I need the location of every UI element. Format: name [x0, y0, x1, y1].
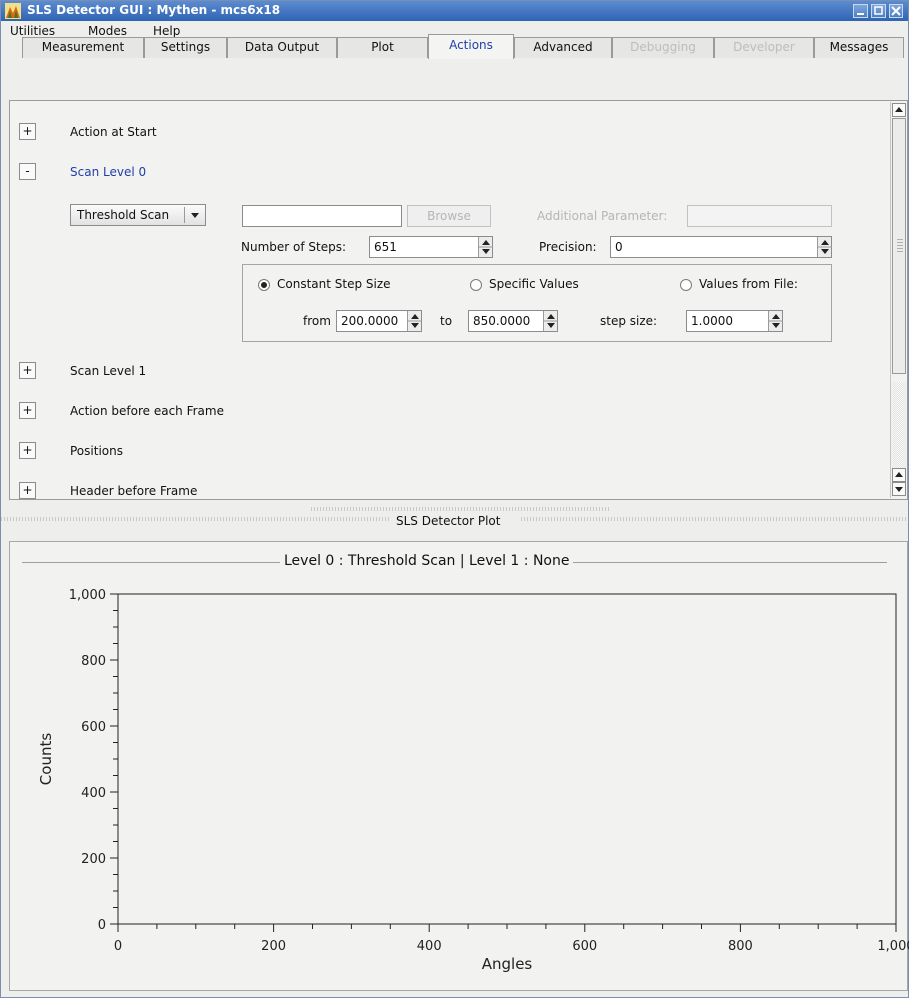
expand-action-before-frame-button[interactable]: +	[19, 402, 36, 419]
tab-developer: Developer	[714, 37, 814, 58]
number-of-steps-value: 651	[374, 240, 397, 254]
plot-frame	[9, 541, 908, 991]
from-value: 200.0000	[341, 314, 399, 328]
section-header-before-frame: Header before Frame	[70, 484, 198, 498]
constant-step-size-label: Constant Step Size	[277, 277, 391, 291]
menu-help[interactable]: Help	[153, 24, 180, 38]
tab-messages[interactable]: Messages	[814, 37, 904, 58]
expand-positions-button[interactable]: +	[19, 442, 36, 459]
precision-value: 0	[615, 240, 623, 254]
sls-logo-icon	[5, 3, 21, 19]
scan-mode-combo[interactable]: Threshold Scan	[70, 204, 206, 226]
minimize-icon	[857, 13, 864, 15]
spin-arrows-icon[interactable]	[407, 311, 422, 331]
minimize-button[interactable]	[853, 4, 868, 18]
section-scan-level-0: Scan Level 0	[70, 165, 147, 179]
arrow-up-icon	[895, 107, 903, 112]
actions-scrollbar[interactable]	[890, 102, 907, 498]
to-spinbox[interactable]: 850.0000	[468, 310, 558, 332]
specific-values-label: Specific Values	[489, 277, 579, 291]
close-button[interactable]	[889, 4, 903, 18]
tab-actions[interactable]: Actions	[428, 34, 514, 59]
scroll-up-button[interactable]	[892, 103, 906, 117]
step-size-value: 1.0000	[691, 314, 733, 328]
close-icon	[891, 6, 901, 16]
window-title: SLS Detector GUI : Mythen - mcs6x18	[27, 3, 281, 17]
scan-mode-value: Threshold Scan	[77, 208, 170, 222]
plot-splitter[interactable]: SLS Detector Plot	[1, 506, 908, 536]
values-from-file-radio[interactable]	[680, 279, 692, 291]
maximize-icon	[874, 6, 883, 15]
plot-dock-title: SLS Detector Plot	[396, 514, 501, 528]
tab-measurement[interactable]: Measurement	[22, 37, 144, 58]
step-size-label: step size:	[600, 314, 658, 328]
scroll-down-button[interactable]	[892, 482, 906, 496]
tab-plot[interactable]: Plot	[337, 37, 428, 58]
browse-button: Browse	[407, 205, 491, 227]
additional-parameter-input	[687, 205, 832, 227]
expand-action-at-start-button[interactable]: +	[19, 123, 36, 140]
maximize-button[interactable]	[871, 4, 886, 18]
script-file-input[interactable]	[242, 205, 402, 227]
scroll-thumb[interactable]	[892, 118, 906, 374]
collapse-scan-level-0-button[interactable]: -	[19, 163, 36, 180]
expand-header-before-frame-button[interactable]: +	[19, 482, 36, 499]
step-values-group: Constant Step Size Specific Values Value…	[242, 264, 832, 342]
precision-spinbox[interactable]: 0	[610, 236, 832, 258]
from-label: from	[303, 314, 331, 328]
from-spinbox[interactable]: 200.0000	[336, 310, 422, 332]
additional-parameter-label: Additional Parameter:	[537, 209, 668, 223]
to-label: to	[440, 314, 453, 328]
menu-modes[interactable]: Modes	[88, 24, 127, 38]
section-action-at-start: Action at Start	[70, 125, 157, 139]
actions-panel: + Action at Start - Scan Level 0 Thresho…	[9, 100, 908, 500]
constant-step-size-radio[interactable]	[258, 279, 270, 291]
precision-label: Precision:	[539, 240, 597, 254]
arrow-up-icon	[895, 472, 903, 477]
tab-settings[interactable]: Settings	[144, 37, 227, 58]
plot-title: Level 0 : Threshold Scan | Level 1 : Non…	[280, 553, 574, 569]
to-value: 850.0000	[473, 314, 531, 328]
number-of-steps-label: Number of Steps:	[241, 240, 347, 254]
spin-arrows-icon[interactable]	[543, 311, 558, 331]
step-size-spinbox[interactable]: 1.0000	[686, 310, 783, 332]
chevron-down-icon	[191, 213, 199, 218]
specific-values-radio[interactable]	[470, 279, 482, 291]
scroll-up-button-lower[interactable]	[892, 468, 906, 482]
spin-arrows-icon[interactable]	[478, 237, 493, 257]
main-window: SLS Detector GUI : Mythen - mcs6x18 Util…	[0, 0, 909, 998]
section-action-before-each-frame: Action before each Frame	[70, 404, 224, 418]
section-scan-level-1: Scan Level 1	[70, 364, 147, 378]
tab-advanced[interactable]: Advanced	[514, 37, 612, 58]
menu-utilities[interactable]: Utilities	[10, 24, 55, 38]
spin-arrows-icon[interactable]	[768, 311, 783, 331]
spin-arrows-icon[interactable]	[817, 237, 832, 257]
values-from-file-label: Values from File:	[699, 277, 798, 291]
tab-debugging: Debugging	[612, 37, 714, 58]
section-positions: Positions	[70, 444, 123, 458]
tab-data-output[interactable]: Data Output	[227, 37, 337, 58]
number-of-steps-spinbox[interactable]: 651	[369, 236, 493, 258]
title-bar[interactable]: SLS Detector GUI : Mythen - mcs6x18	[1, 1, 908, 21]
expand-scan-level-1-button[interactable]: +	[19, 362, 36, 379]
arrow-down-icon	[895, 487, 903, 492]
